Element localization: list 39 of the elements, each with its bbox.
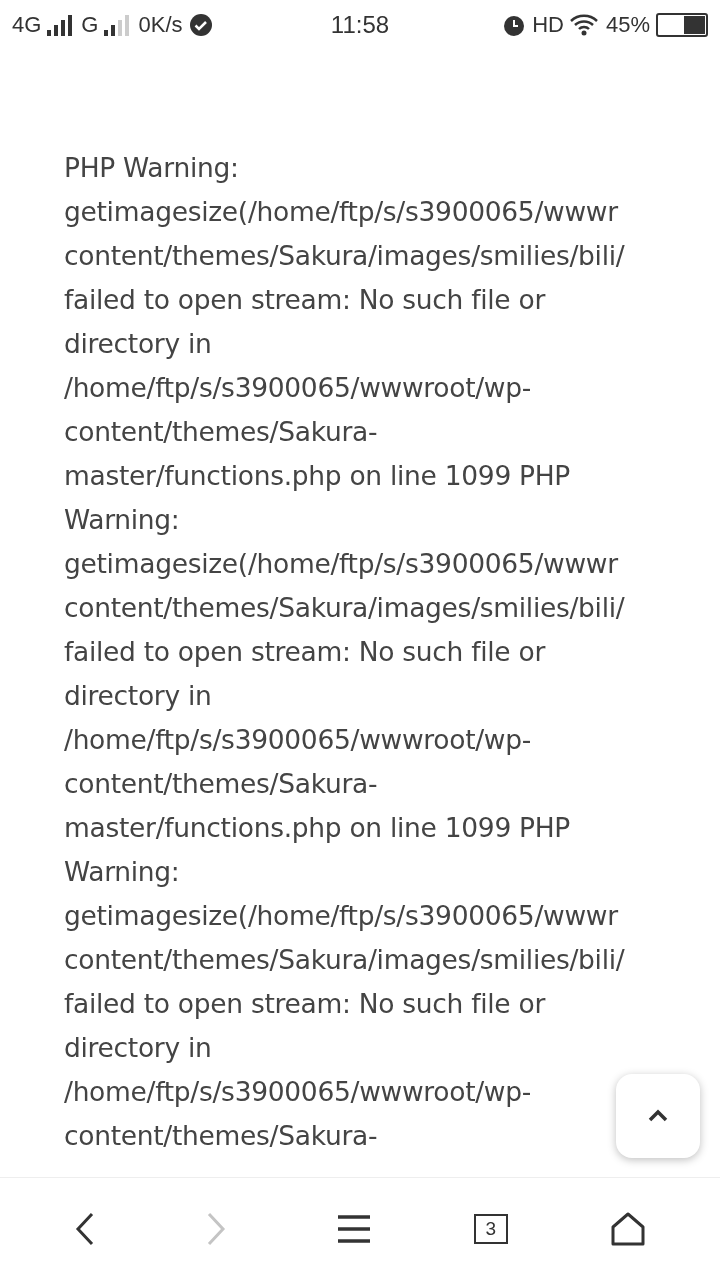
error-text-line: content/themes/Sakura/images/smilies/bili/ (64, 591, 625, 625)
error-text-line: /home/ftp/s/s3900065/wwwroot/wp- (64, 371, 531, 405)
clock-time: 11:58 (330, 11, 390, 39)
error-text-line: content/themes/Sakura- (64, 415, 378, 449)
error-text-line: PHP Warning: (64, 151, 239, 185)
error-text-line: getimagesize(/home/ftp/s/s3900065/wwwr (64, 195, 618, 229)
menu-icon (337, 1214, 371, 1244)
chevron-right-icon (206, 1212, 227, 1246)
error-text-line: content/themes/Sakura- (64, 1119, 378, 1153)
error-text-line: failed to open stream: No such file or (64, 635, 545, 669)
chevron-up-icon (647, 1109, 669, 1123)
error-text-line: directory in (64, 1031, 212, 1065)
error-text-line: /home/ftp/s/s3900065/wwwroot/wp- (64, 1075, 531, 1109)
error-text-line: getimagesize(/home/ftp/s/s3900065/wwwr (64, 547, 618, 581)
error-text-line: content/themes/Sakura/images/smilies/bili/ (64, 239, 625, 273)
network-label: 4G (12, 12, 42, 38)
speed-label: 0K/s (138, 12, 183, 38)
error-text-line: /home/ftp/s/s3900065/wwwroot/wp- (64, 723, 531, 757)
hd-label: HD (532, 12, 564, 38)
error-text-line: master/functions.php on line 1099 PHP (64, 459, 571, 493)
check-icon (188, 13, 213, 37)
error-text-line: Warning: (64, 855, 180, 889)
error-text-line: directory in (64, 679, 212, 713)
error-text-line: failed to open stream: No such file or (64, 987, 545, 1021)
error-text-line: Warning: (64, 503, 180, 537)
network-label: G (81, 12, 99, 38)
home-icon (610, 1212, 645, 1246)
chevron-left-icon (75, 1212, 96, 1246)
tabs-button[interactable]: 3 (473, 1214, 508, 1244)
error-text-line: directory in (64, 327, 212, 361)
error-text-line: getimagesize(/home/ftp/s/s3900065/wwwr (64, 899, 618, 933)
battery-icon (656, 13, 708, 37)
error-text-line: failed to open stream: No such file or (64, 283, 545, 317)
alarm-icon (502, 13, 527, 37)
error-text-line: master/functions.php on line 1099 PHP (64, 811, 571, 845)
battery-percent: 45% (605, 12, 650, 38)
error-text-line: content/themes/Sakura- (64, 767, 378, 801)
wifi-icon (569, 14, 600, 36)
error-text-line: content/themes/Sakura/images/smilies/bili/ (64, 943, 625, 977)
